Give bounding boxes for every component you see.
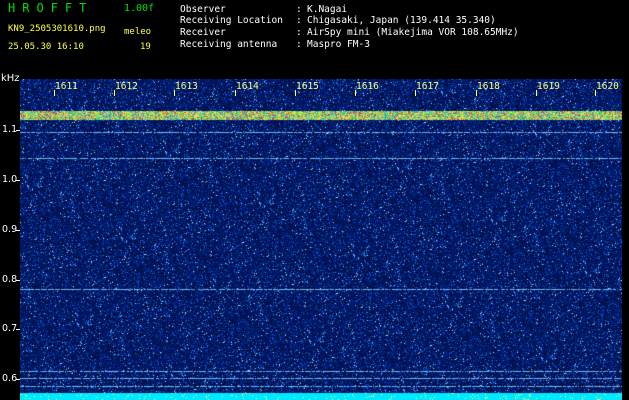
location-label: Receiving Location (180, 15, 283, 26)
freq-tick-mark (16, 130, 20, 131)
time-tick-mark (355, 90, 356, 96)
antenna-label: Receiving antenna (180, 39, 278, 50)
freq-tick-0.8: 0.8 (2, 274, 18, 285)
time-tick-1614: 1614 (236, 81, 259, 92)
location-colon: : (296, 15, 302, 26)
freq-tick-0.6: 0.6 (2, 373, 18, 384)
meleo-label: meleo (124, 27, 152, 37)
spectrogram-display[interactable] (20, 79, 622, 400)
time-tick-1620: 1620 (596, 81, 619, 92)
receiver-label: Receiver (180, 27, 226, 38)
time-tick-1616: 1616 (356, 81, 379, 92)
time-tick-1612: 1612 (115, 81, 138, 92)
freq-tick-mark (16, 180, 20, 181)
app-title: HROFFT (8, 1, 94, 15)
time-tick-1617: 1617 (416, 81, 439, 92)
time-tick-mark (174, 90, 175, 96)
right-axis-strip (622, 79, 629, 400)
freq-tick-0.9: 0.9 (2, 224, 18, 235)
spectrogram-canvas (20, 79, 622, 400)
time-tick-mark (54, 90, 55, 96)
freq-tick-mark (16, 379, 20, 380)
freq-tick-0.7: 0.7 (2, 323, 18, 334)
time-tick-mark (114, 90, 115, 96)
freq-tick-mark (16, 329, 20, 330)
antenna-value: Maspro FM-3 (307, 39, 370, 50)
freq-tick-mark (16, 230, 20, 231)
timestamp-label: 25.05.30 16:10 (8, 42, 84, 52)
time-tick-mark (595, 90, 596, 96)
receiver-colon: : (296, 27, 302, 38)
receiver-value: AirSpy mini (Miakejima VOR 108.65MHz) (307, 27, 519, 38)
time-tick-mark (295, 90, 296, 96)
filename-label: KN9_2505301610.png (8, 24, 106, 34)
version-label: 1.00f (124, 3, 155, 14)
hrofft-window: HROFFT 1.00f KN9_2505301610.png 25.05.30… (0, 0, 629, 400)
time-tick-1618: 1618 (477, 81, 500, 92)
time-tick-mark (415, 90, 416, 96)
frequency-unit-label: kHz (1, 73, 20, 84)
time-tick-1615: 1615 (296, 81, 319, 92)
time-tick-mark (476, 90, 477, 96)
time-tick-1611: 1611 (55, 81, 78, 92)
freq-tick-mark (16, 280, 20, 281)
time-tick-mark (235, 90, 236, 96)
location-value: Chigasaki, Japan (139.414 35.340) (307, 15, 496, 26)
time-tick-1613: 1613 (175, 81, 198, 92)
time-tick-mark (536, 90, 537, 96)
freq-tick-1.1: 1.1 (2, 124, 18, 135)
time-tick-1619: 1619 (537, 81, 560, 92)
meleo-value: 19 (140, 42, 151, 52)
freq-tick-1.0: 1.0 (2, 174, 18, 185)
antenna-colon: : (296, 39, 302, 50)
